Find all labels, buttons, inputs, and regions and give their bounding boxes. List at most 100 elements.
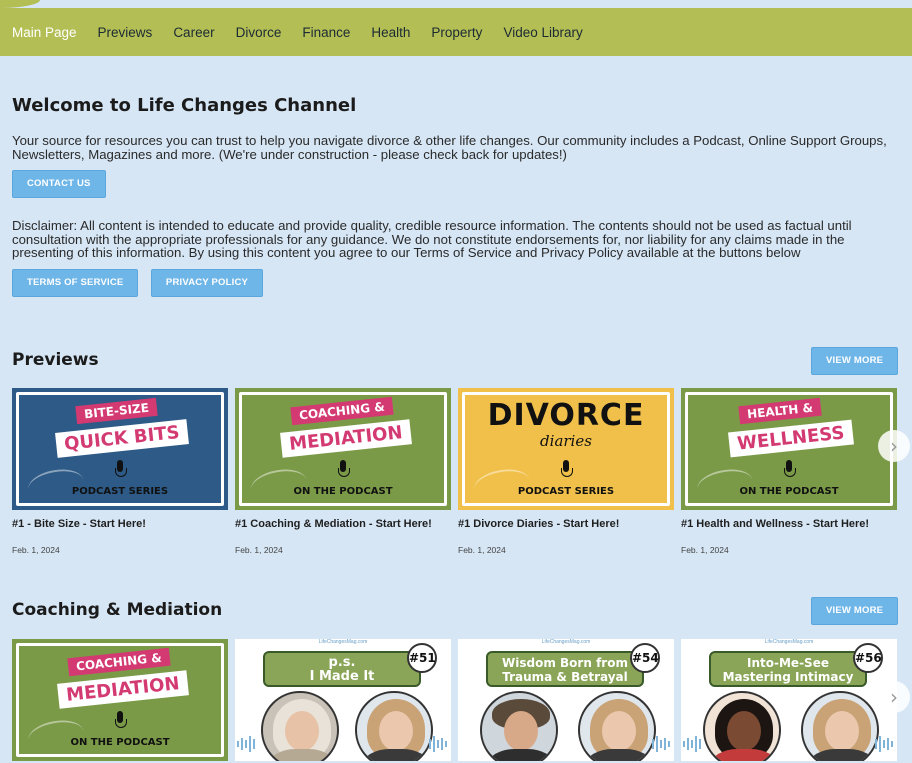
thumb-footer: PODCAST SERIES [517, 486, 615, 497]
preview-thumbnail[interactable]: HEALTH & WELLNESS ON THE PODCAST [681, 388, 897, 510]
previews-title: Previews [12, 350, 99, 370]
audio-wave-right [652, 735, 670, 753]
coaching-thumbnail[interactable]: LifeChangesMag.com Wisdom Born from Trau… [458, 639, 674, 761]
episode-title-pill: Into-Me-See Mastering Intimacy [709, 651, 867, 687]
nav-main-page[interactable]: Main Page [12, 25, 77, 40]
nav-previews[interactable]: Previews [98, 25, 153, 40]
thumb-footer: PODCAST SERIES [71, 486, 169, 497]
card-date: Feb. 1, 2024 [681, 545, 729, 555]
card-title[interactable]: #1 - Bite Size - Start Here! [12, 518, 228, 530]
host-face [379, 711, 413, 751]
guest-photo [480, 691, 558, 761]
coaching-header: Coaching & Mediation [12, 600, 894, 620]
guest-photo [703, 691, 781, 761]
thumb-line2: diaries [540, 432, 592, 450]
thumb-footer: ON THE PODCAST [739, 486, 839, 497]
host-photo [355, 691, 433, 761]
guest-face [727, 711, 761, 751]
episode-line1: Into-Me-See [747, 656, 829, 670]
previews-carousel: BITE-SIZE QUICK BITS PODCAST SERIES #1 -… [12, 388, 912, 555]
page-title: Welcome to Life Changes Channel [12, 95, 357, 116]
previews-next-arrow-icon[interactable]: › [878, 430, 910, 462]
episode-title-pill: p.s. I Made It [263, 651, 421, 687]
coaching-thumbnail[interactable]: COACHING & MEDIATION ON THE PODCAST [12, 639, 228, 761]
preview-thumbnail[interactable]: BITE-SIZE QUICK BITS PODCAST SERIES [12, 388, 228, 510]
card-title[interactable]: #1 Health and Wellness - Start Here! [681, 518, 897, 530]
previews-header: Previews [12, 350, 894, 370]
card-title[interactable]: #1 Divorce Diaries - Start Here! [458, 518, 674, 530]
host-photo [801, 691, 879, 761]
episode-line1: Wisdom Born from [502, 656, 628, 670]
preview-card[interactable]: HEALTH & WELLNESS ON THE PODCAST #1 Heal… [681, 388, 897, 555]
card-title[interactable]: #1 Coaching & Mediation - Start Here! [235, 518, 451, 530]
audio-wave-left [683, 735, 701, 753]
main-nav: Main Page Previews Career Divorce Financ… [0, 8, 912, 56]
contact-row: CONTACT US [12, 170, 894, 198]
nav-health[interactable]: Health [371, 25, 410, 40]
guest-face [504, 711, 538, 751]
intro-text: Your source for resources you can trust … [12, 133, 887, 162]
card-date: Feb. 1, 2024 [235, 545, 283, 555]
nav-finance[interactable]: Finance [302, 25, 350, 40]
host-photo [578, 691, 656, 761]
coaching-title: Coaching & Mediation [12, 600, 223, 620]
thumb-footer: ON THE PODCAST [70, 737, 170, 748]
coaching-view-more-button[interactable]: VIEW MORE [811, 597, 899, 625]
audio-wave-left [237, 735, 255, 753]
card-date: Feb. 1, 2024 [458, 545, 506, 555]
intro-block: Your source for resources you can trust … [12, 134, 894, 161]
welcome-section: Welcome to Life Changes Channel [12, 95, 894, 116]
disclaimer-block: Disclaimer: All content is intended to e… [12, 219, 894, 260]
microphone-icon [113, 711, 127, 731]
preview-thumbnail[interactable]: DIVORCE diaries PODCAST SERIES [458, 388, 674, 510]
nav-divorce[interactable]: Divorce [236, 25, 282, 40]
episode-line2: I Made It [309, 669, 375, 684]
top-strip [0, 0, 912, 8]
thumb-line1: DIVORCE [487, 398, 645, 433]
episode-number-badge: #56 [853, 643, 883, 673]
episode-line2: Trauma & Betrayal [502, 670, 628, 684]
guest-photo [261, 691, 339, 761]
episode-number-badge: #51 [407, 643, 437, 673]
episode-number-badge: #54 [630, 643, 660, 673]
audio-wave-right [875, 735, 893, 753]
top-accent [0, 0, 40, 8]
episode-line2: Mastering Intimacy [722, 670, 854, 684]
host-face [602, 711, 636, 751]
nav-property[interactable]: Property [431, 25, 482, 40]
host-face [825, 711, 859, 751]
coaching-view-more-wrap: VIEW MORE [811, 597, 899, 625]
coaching-carousel: COACHING & MEDIATION ON THE PODCAST Life… [12, 639, 912, 761]
policy-buttons: TERMS OF SERVICE PRIVACY POLICY [12, 269, 894, 297]
coaching-card[interactable]: LifeChangesMag.com Into-Me-See Mastering… [681, 639, 897, 761]
coaching-thumbnail[interactable]: LifeChangesMag.com Into-Me-See Mastering… [681, 639, 897, 761]
privacy-policy-button[interactable]: PRIVACY POLICY [150, 269, 264, 297]
microphone-icon [782, 460, 796, 480]
disclaimer-text: Disclaimer: All content is intended to e… [12, 218, 852, 260]
preview-card[interactable]: COACHING & MEDIATION ON THE PODCAST #1 C… [235, 388, 451, 555]
preview-thumbnail[interactable]: COACHING & MEDIATION ON THE PODCAST [235, 388, 451, 510]
guest-face [285, 711, 319, 751]
coaching-thumbnail[interactable]: LifeChangesMag.com p.s. I Made It #51 [235, 639, 451, 761]
terms-of-service-button[interactable]: TERMS OF SERVICE [12, 269, 139, 297]
coaching-card[interactable]: LifeChangesMag.com Wisdom Born from Trau… [458, 639, 674, 761]
episode-title-pill: Wisdom Born from Trauma & Betrayal [486, 651, 644, 687]
microphone-icon [559, 460, 573, 480]
microphone-icon [336, 460, 350, 480]
card-date: Feb. 1, 2024 [12, 545, 60, 555]
contact-us-button[interactable]: CONTACT US [12, 170, 106, 198]
coaching-next-arrow-icon[interactable]: › [878, 681, 910, 713]
audio-wave-right [429, 735, 447, 753]
preview-card[interactable]: BITE-SIZE QUICK BITS PODCAST SERIES #1 -… [12, 388, 228, 555]
coaching-card[interactable]: LifeChangesMag.com p.s. I Made It #51 [235, 639, 451, 761]
thumb-footer: ON THE PODCAST [293, 486, 393, 497]
nav-video-library[interactable]: Video Library [503, 25, 582, 40]
nav-career[interactable]: Career [173, 25, 214, 40]
guest-body [488, 749, 554, 761]
previews-view-more-button[interactable]: VIEW MORE [811, 347, 899, 375]
microphone-icon [113, 460, 127, 480]
coaching-card[interactable]: COACHING & MEDIATION ON THE PODCAST [12, 639, 228, 761]
preview-card[interactable]: DIVORCE diaries PODCAST SERIES #1 Divorc… [458, 388, 674, 555]
episode-line1: p.s. [328, 655, 356, 670]
previews-view-more-wrap: VIEW MORE [811, 347, 899, 375]
